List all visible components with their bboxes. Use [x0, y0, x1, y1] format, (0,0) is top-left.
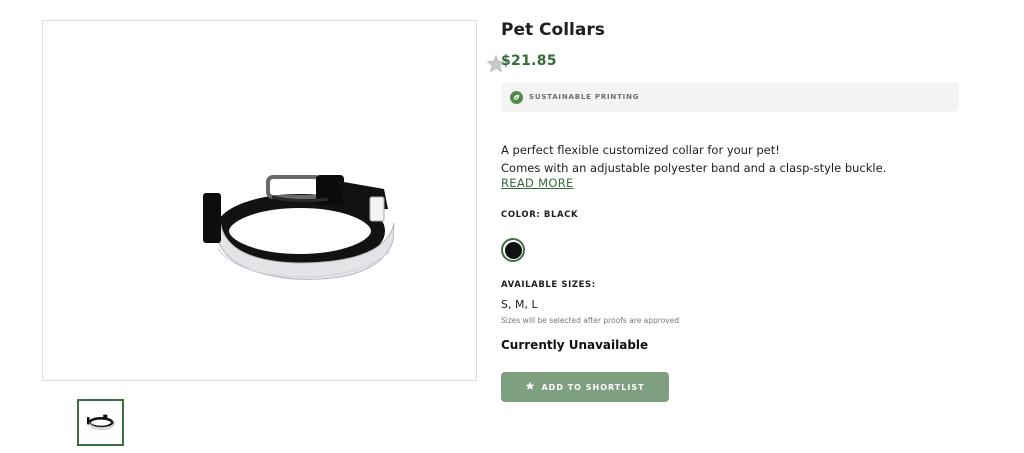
collar-thumbnail-image	[86, 414, 115, 430]
color-label: COLOR: BLACK	[501, 210, 579, 220]
product-description: A perfect flexible customized collar for…	[501, 141, 886, 177]
product-title: Pet Collars	[501, 20, 605, 40]
product-image-frame	[42, 20, 506, 381]
star-icon	[525, 380, 535, 395]
sustainable-printing-badge: SUSTAINABLE PRINTING	[501, 82, 959, 112]
sizes-value: S, M, L	[501, 298, 538, 311]
description-line: A perfect flexible customized collar for…	[501, 143, 780, 157]
sizes-note: Sizes will be selected after proofs are …	[501, 316, 680, 325]
description-line: Comes with an adjustable polyester band …	[501, 161, 887, 175]
color-swatch-black[interactable]	[501, 238, 525, 262]
badge-label: SUSTAINABLE PRINTING	[529, 93, 640, 101]
read-more-link[interactable]: READ MORE	[501, 176, 574, 190]
available-sizes-label: AVAILABLE SIZES:	[501, 280, 596, 290]
availability-status: Currently Unavailable	[501, 338, 649, 352]
leaf-icon	[510, 90, 523, 104]
shortlist-button-label: ADD TO SHORTLIST	[541, 382, 645, 392]
product-price: $21.85	[501, 53, 557, 69]
collar-thumbnail[interactable]	[77, 399, 124, 446]
swatch-fill	[504, 241, 522, 259]
pet-collar-image	[203, 175, 395, 280]
add-to-shortlist-button[interactable]: ADD TO SHORTLIST	[501, 372, 669, 402]
